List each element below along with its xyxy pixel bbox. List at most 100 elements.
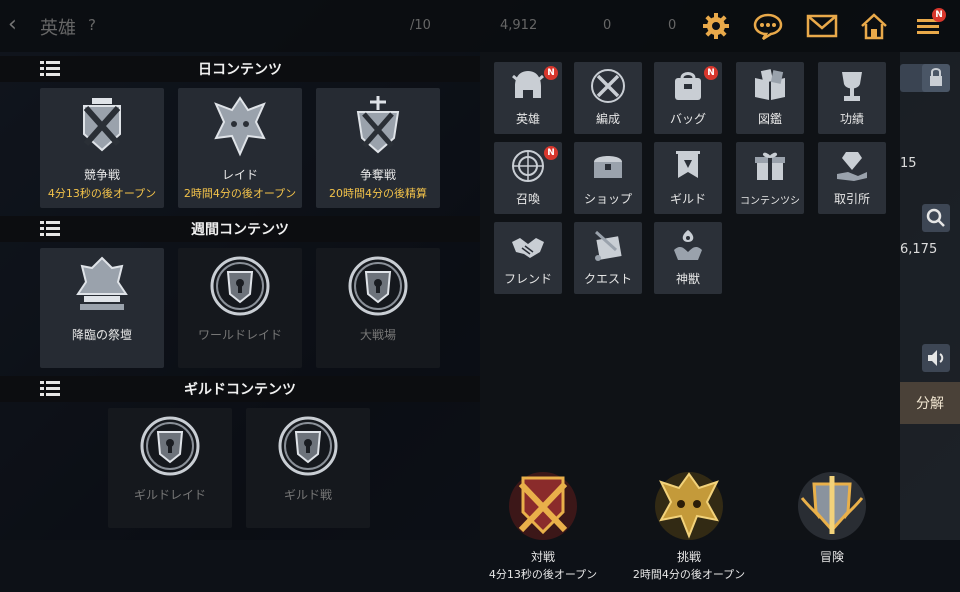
background-side-strip: 15 6,175 分解 (900, 52, 960, 540)
menu-item-bag[interactable]: N バッグ (654, 62, 722, 134)
mail-icon (806, 14, 838, 38)
menu-item-shop[interactable]: ショップ (574, 142, 642, 214)
content-tile-conquest[interactable]: 争奪戦 20時間4分の後精算 (316, 88, 440, 208)
tile-name: 大戦場 (359, 328, 396, 342)
search-icon[interactable] (922, 204, 950, 232)
tile-timer: 4分13秒の後オープン (47, 187, 157, 200)
quest-scroll-icon (594, 230, 622, 261)
pvp-emblem-icon (509, 472, 577, 540)
tile-name: 降臨の祭壇 (71, 328, 132, 342)
tile-name: ギルド戦 (283, 488, 332, 502)
content-tile-grand-battle[interactable]: 大戦場 (316, 248, 440, 368)
tile-name: 競争戦 (83, 168, 120, 182)
menu-item-label: クエスト (583, 272, 632, 286)
menu-item-summon[interactable]: N 召喚 (494, 142, 562, 214)
menu-item-label: 英雄 (515, 112, 540, 126)
menu-item-achievement[interactable]: 功績 (818, 62, 886, 134)
content-tile-world-raid[interactable]: ワールドレイド (178, 248, 302, 368)
notification-badge: N (544, 146, 558, 160)
mode-name: 冒険 (819, 550, 844, 564)
gift-box-icon (755, 152, 785, 180)
tile-name: ワールドレイド (197, 328, 282, 342)
handshake-icon (512, 238, 544, 258)
menu-item-exchange[interactable]: 取引所 (818, 142, 886, 214)
crossed-swords-icon (591, 69, 625, 103)
lock-shield-icon (278, 416, 338, 476)
section-header-daily: 日コンテンツ (0, 56, 480, 82)
mode-name: 対戦 (530, 550, 555, 564)
menu-item-guild[interactable]: ギルド (654, 142, 722, 214)
content-tile-raid[interactable]: レイド 2時間4分の後オープン (178, 88, 302, 208)
main-menu-button[interactable]: N (908, 8, 948, 44)
list-icon (40, 221, 60, 236)
menu-item-label: フレンド (503, 272, 552, 286)
mode-pvp[interactable]: 対戦 4分13秒の後オープン (483, 464, 603, 592)
mail-button[interactable] (802, 8, 842, 44)
decompose-button[interactable]: 分解 (900, 382, 960, 424)
notification-badge: N (544, 66, 558, 80)
menu-item-label: 功績 (839, 112, 864, 126)
section-header-weekly: 週間コンテンツ (0, 216, 480, 242)
help-mark[interactable]: ? (88, 16, 96, 34)
lock-shield-icon (348, 256, 408, 316)
gem-a-value: 0 (603, 18, 612, 33)
speaker-icon[interactable] (922, 344, 950, 372)
mode-challenge[interactable]: 挑戦 2時間4分の後オープン (629, 464, 749, 592)
menu-item-label: バッグ (669, 112, 706, 126)
guild-banner-icon (676, 151, 700, 178)
menu-item-quest[interactable]: クエスト (574, 222, 642, 294)
list-icon (40, 381, 60, 396)
dragon-head-emblem-icon (214, 96, 266, 157)
section-header-guild: ギルドコンテンツ (0, 376, 480, 402)
page-title: 英雄 (40, 18, 76, 39)
content-tile-guild-war[interactable]: ギルド戦 (246, 408, 370, 528)
gold-value: 4,912 (500, 18, 538, 33)
book-icon (755, 69, 785, 100)
menu-item-formation[interactable]: 編成 (574, 62, 642, 134)
tile-name: ギルドレイド (133, 488, 206, 502)
menu-item-label: 編成 (595, 112, 620, 126)
home-button[interactable] (854, 8, 894, 44)
content-tile-guild-raid[interactable]: ギルドレイド (108, 408, 232, 528)
menu-item-codex[interactable]: 図鑑 (736, 62, 804, 134)
lock-shield-icon (210, 256, 270, 316)
mode-name: 挑戦 (676, 550, 701, 564)
chat-button[interactable] (748, 8, 788, 44)
content-panel: 日コンテンツ 競争戦 4分13秒の後オープン レイド 2時間4分の後オープン 争… (0, 52, 480, 540)
back-arrow-icon[interactable]: ‹ (8, 12, 17, 37)
mode-timer: 4分13秒の後オープン (488, 568, 598, 581)
content-tile-arena[interactable]: 競争戦 4分13秒の後オープン (40, 88, 164, 208)
menu-item-label: ギルド (669, 192, 706, 206)
menu-item-label: 図鑑 (757, 112, 782, 126)
notification-badge: N (704, 66, 718, 80)
treasure-chest-icon (594, 156, 622, 178)
menu-item-friend[interactable]: フレンド (494, 222, 562, 294)
bag-icon (675, 72, 701, 100)
menu-item-label: ショップ (583, 192, 632, 206)
mode-timer: 2時間4分の後オープン (632, 568, 746, 581)
divine-beast-icon (674, 230, 702, 260)
menu-item-divine-beast[interactable]: 神獣 (654, 222, 722, 294)
settings-button[interactable] (696, 8, 736, 44)
adventure-emblem-icon (798, 472, 866, 540)
menu-item-contents[interactable]: コンテンツシ (736, 142, 804, 214)
lock-shield-icon (140, 416, 200, 476)
helmet-icon (512, 71, 544, 98)
crossed-swords-emblem-icon (83, 98, 121, 152)
trophy-icon (842, 72, 862, 101)
gear-icon (703, 13, 729, 39)
list-icon (40, 61, 60, 76)
capacity-value: /10 (410, 18, 431, 33)
tile-name: 争奪戦 (359, 168, 396, 182)
tile-timer: 20時間4分の後精算 (329, 187, 427, 200)
right-value-b: 6,175 (900, 242, 938, 257)
mode-adventure[interactable]: 冒険 (772, 464, 892, 592)
summon-circle-icon (512, 150, 544, 182)
section-title: ギルドコンテンツ (184, 382, 296, 398)
menu-item-label: 召喚 (515, 192, 540, 206)
menu-item-label: コンテンツシ (740, 196, 800, 207)
menu-item-hero[interactable]: N 英雄 (494, 62, 562, 134)
content-tile-altar[interactable]: 降臨の祭壇 (40, 248, 164, 368)
gem-b-value: 0 (668, 18, 677, 33)
lock-icon[interactable] (922, 64, 950, 92)
